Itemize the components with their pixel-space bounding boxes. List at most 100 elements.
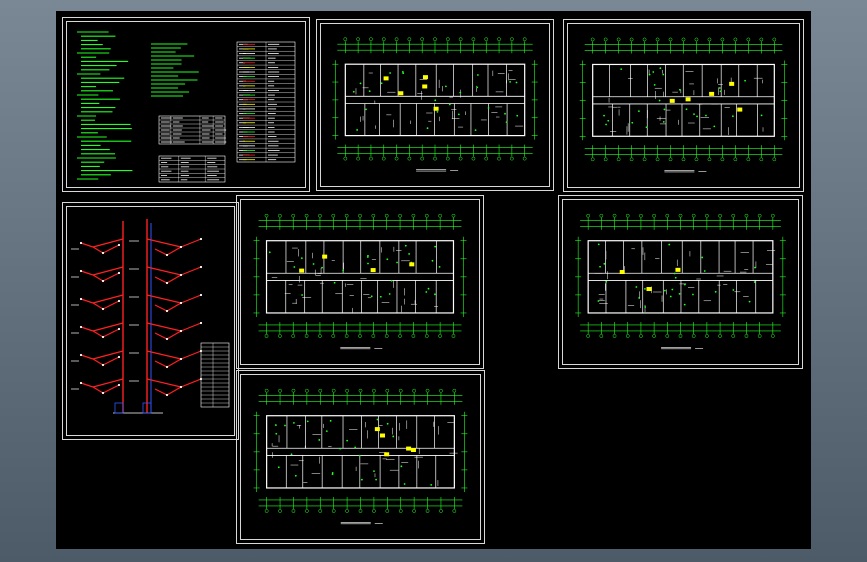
axis-bubble [707,37,712,42]
axis-bubble [471,156,476,161]
valve-symbol [101,391,105,395]
axis-bubble [384,213,389,218]
axis-bubble [438,334,442,338]
axis-bubble [731,213,736,218]
fixture-point [290,453,293,456]
plumbing-fixture [675,267,681,272]
axis-bubble [694,157,699,162]
fixture-point [748,300,751,303]
axis-bubble [586,213,591,218]
branch-pipe [80,270,94,276]
axis-bubble [331,509,336,513]
fixture-point [685,108,688,111]
fixture-point [400,465,403,468]
valve-symbol [165,393,169,397]
plumbing-fixture [737,107,743,112]
plumbing-fixture [729,81,735,86]
drawing-canvas[interactable] [56,11,811,549]
valve-symbol [179,245,183,249]
branch-pipe [92,246,104,254]
sheet-floor-plan-bottom[interactable] [236,370,485,544]
branch-pipe [154,304,168,312]
fixture-point [274,424,277,426]
axis-bubble [590,37,595,42]
branch-pipe [80,354,94,360]
axis-bubble [599,334,604,338]
plumbing-fixture [709,91,715,96]
plumbing-fixture [619,270,625,275]
notes-drawing [77,31,296,183]
fixture-point [754,266,756,269]
sheet-design-notes[interactable] [62,17,310,192]
valve-symbol [199,237,203,241]
branch-pipe [154,248,168,256]
axis-bubble [369,37,373,42]
riser-diagram-drawing [71,219,230,414]
fixture-point [346,439,349,442]
axis-bubble [678,213,683,218]
fixture-point [487,107,490,109]
sheet-floor-plan-middle-right[interactable] [558,195,803,369]
fixture-point [696,115,698,118]
axis-bubble [668,157,673,162]
valve-symbol [179,273,183,277]
axis-bubble [718,334,722,338]
fixture-point [658,99,661,102]
axis-bubble [691,334,696,338]
sheet-floor-plan-middle[interactable] [236,195,484,369]
fixture-point [683,303,686,306]
axis-bubble [385,388,390,393]
axis-bubble [411,334,416,338]
axis-bubble [356,37,360,42]
fixture-point [713,125,716,128]
sheet-floor-plan-top-right[interactable] [563,19,804,192]
axis-bubble [439,509,443,513]
fixture-point [366,256,369,258]
axis-bubble [445,156,450,161]
fixture-point [620,68,623,71]
sheet-riser-diagram[interactable] [62,202,239,440]
fixture-point [505,121,508,123]
branch-pipe [146,322,182,332]
branch-pipe [80,382,94,388]
axis-bubble [746,37,751,42]
fixture-point [662,121,665,123]
axis-bubble [522,156,527,161]
axis-bubble [291,509,296,513]
axis-bubble [681,37,686,42]
sheet-floor-plan-top-middle[interactable] [316,19,554,191]
branch-pipe [146,294,182,304]
axis-bubble [344,213,349,218]
fixture-point [300,257,303,260]
fixture-point [607,119,610,122]
fixture-point [731,115,734,118]
axis-bubble [304,213,309,218]
valve-symbol [101,251,105,255]
floor-plan-drawing [332,37,538,172]
fixture-point [652,71,655,73]
valve-symbol [101,335,105,339]
axis-bubble [358,213,362,218]
fixture-point [318,439,321,441]
axis-bubble [652,213,656,218]
fixture-point [277,466,280,469]
valve-symbol [165,281,169,285]
axis-bubble [744,213,749,218]
fixture-point [603,262,606,265]
branch-pipe [146,350,182,360]
branch-pipe [180,238,202,248]
axis-bubble [733,37,738,42]
axis-bubble [384,334,389,338]
branch-pipe [166,330,182,340]
axis-bubble [345,388,349,393]
branch-pipe [102,384,120,394]
fixture-point [434,99,437,102]
plumbing-fixture [646,287,652,292]
plumbing-fixture [398,91,404,96]
fixture-point [438,265,441,268]
fixture-point [380,82,383,85]
plumbing-fixture [433,106,439,111]
branch-pipe [146,378,182,388]
fixture-point [474,129,477,132]
axis-bubble [599,213,604,218]
